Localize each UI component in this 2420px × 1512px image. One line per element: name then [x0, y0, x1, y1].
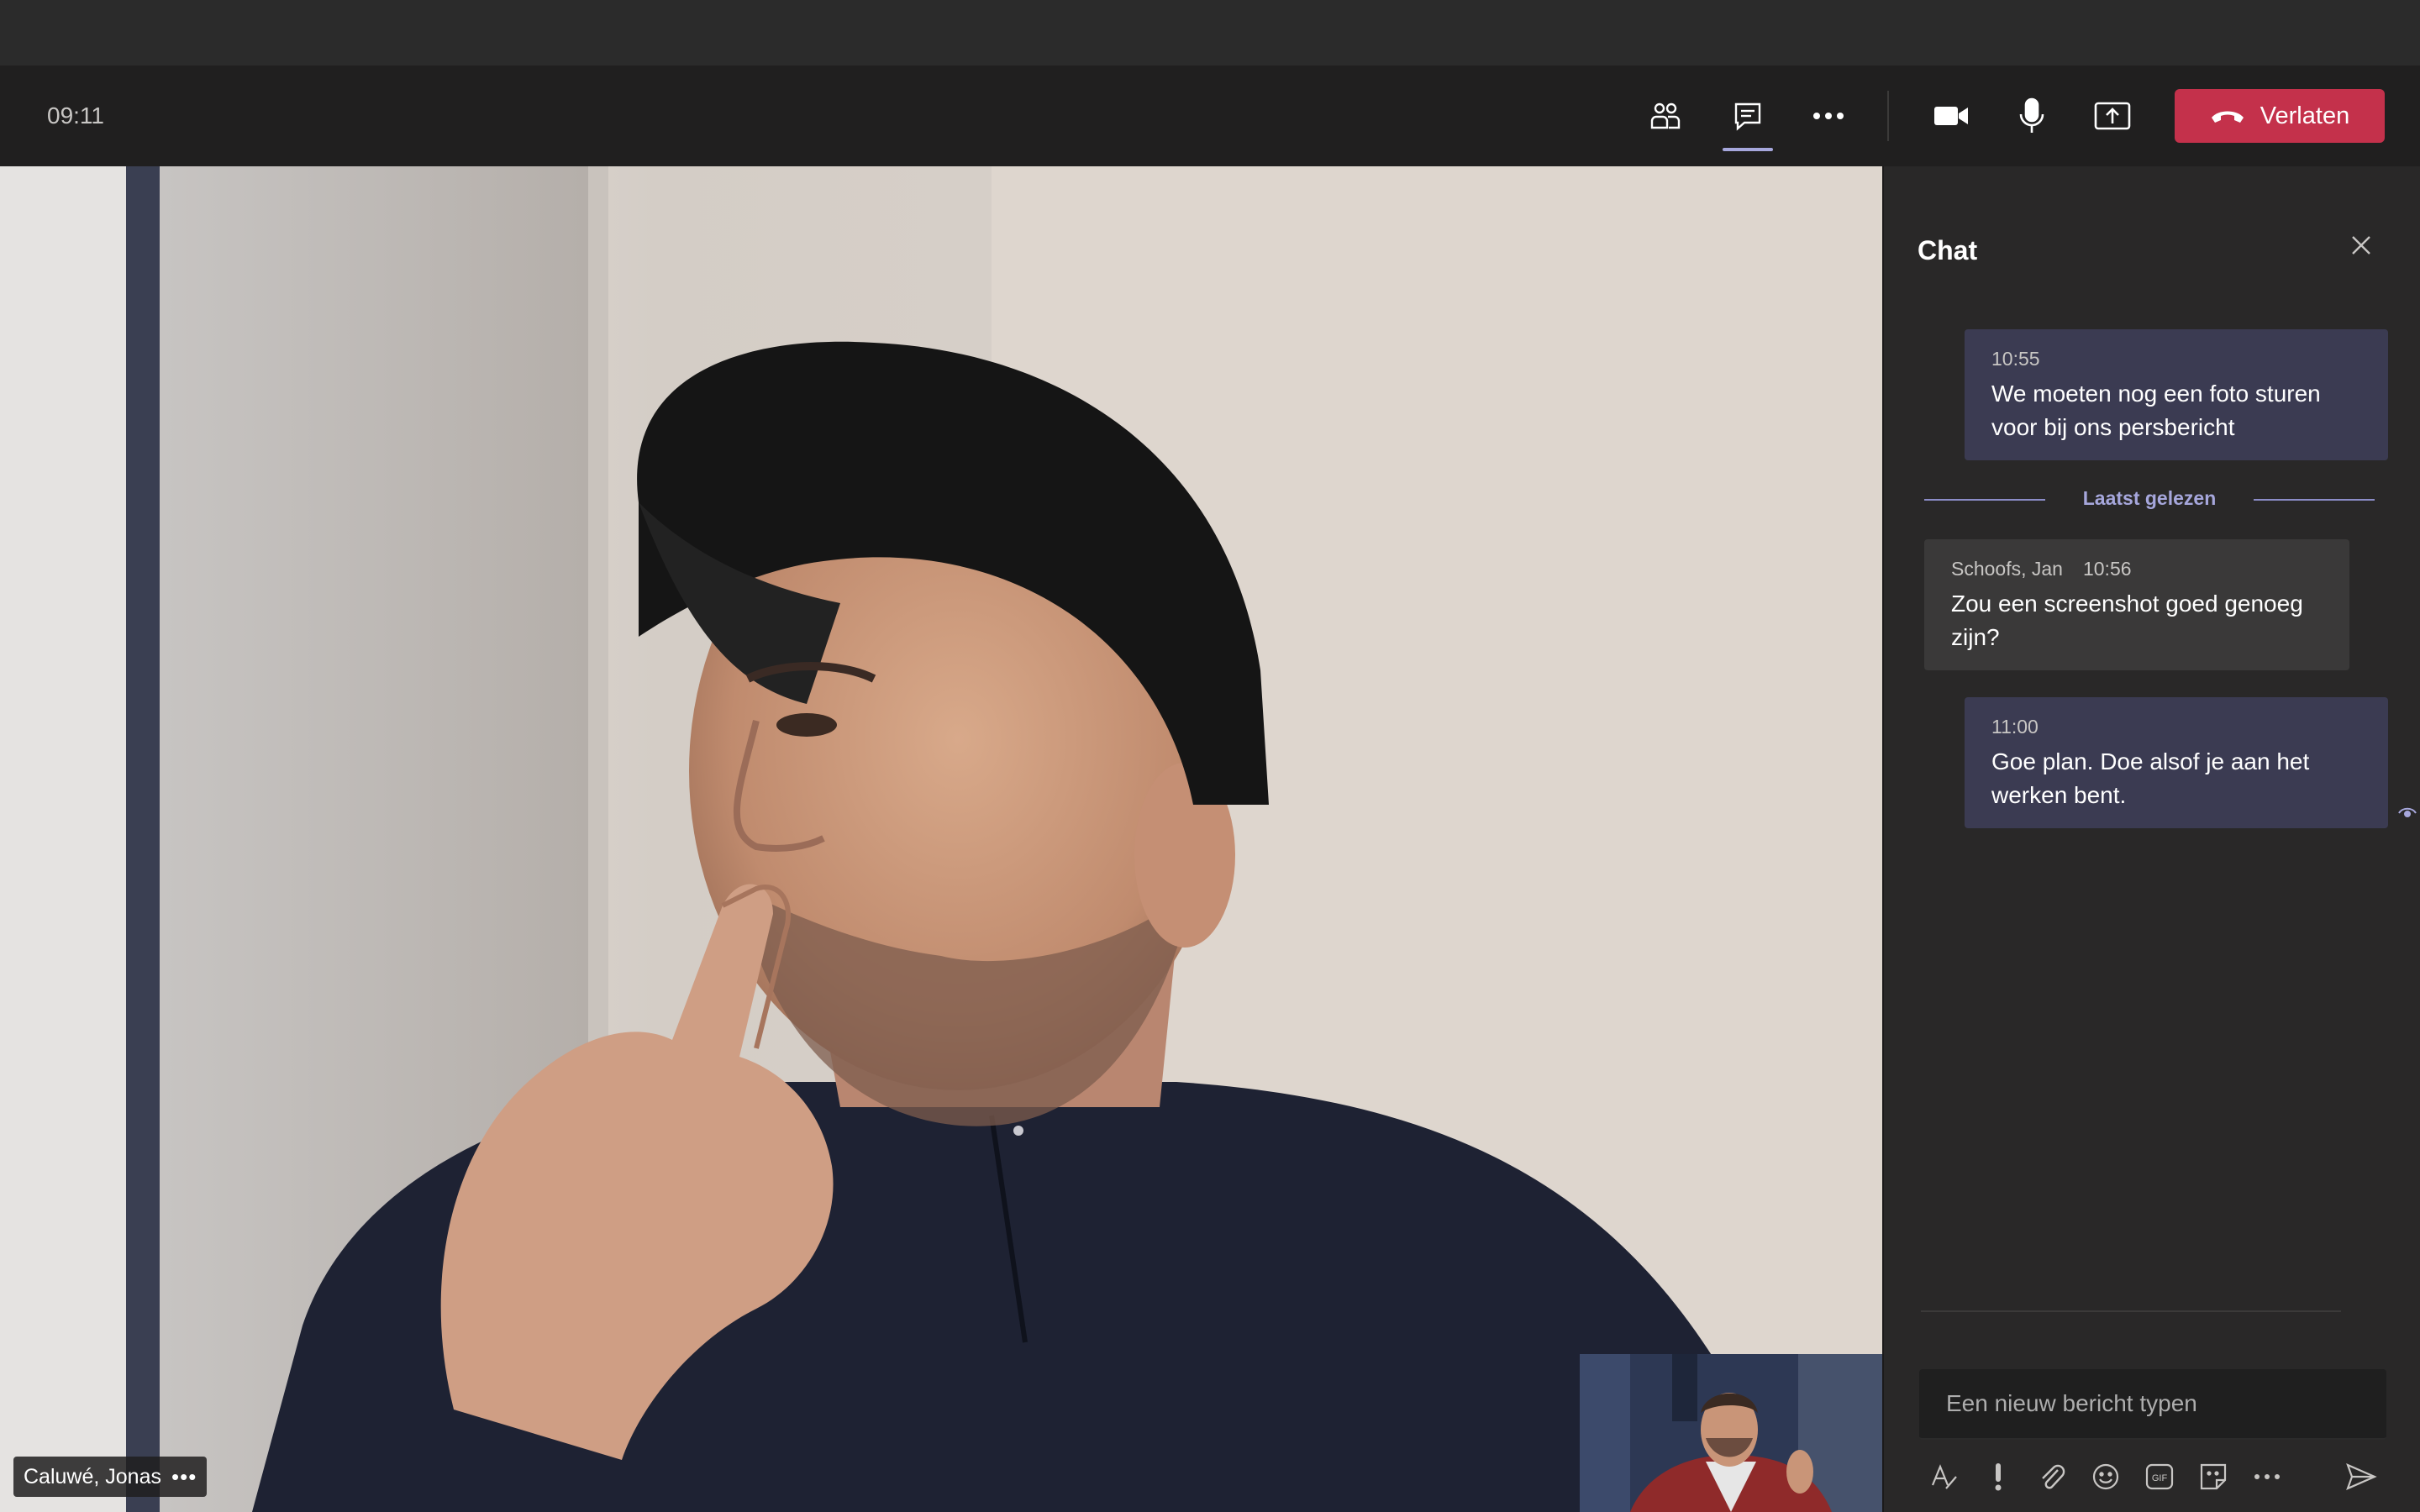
leave-meeting-button[interactable]: Verlaten: [2175, 89, 2385, 143]
meeting-timer: 09:11: [47, 102, 104, 129]
message-input[interactable]: Een nieuw bericht typen: [1919, 1369, 2386, 1440]
participant-video-image: [0, 166, 1882, 1512]
message-text: We moeten nog een foto sturen voor bij o…: [1991, 381, 2321, 440]
close-icon: [2352, 236, 2370, 255]
important-icon: [1995, 1463, 2002, 1491]
gif-icon: GIF: [2145, 1463, 2174, 1490]
send-icon: [2346, 1462, 2377, 1491]
close-chat-button[interactable]: [2341, 225, 2381, 265]
meeting-toolbar: 09:11 Verlaten: [0, 66, 2420, 166]
message-time: 11:00: [1991, 716, 2039, 738]
message-text: Goe plan. Doe alsof je aan het werken be…: [1991, 748, 2310, 808]
chat-title: Chat: [1918, 235, 1978, 265]
window-title-bar: [0, 0, 2420, 66]
more-options-icon: [2254, 1474, 2280, 1479]
chat-panel: Chat 10:55 We moeten nog een foto sturen…: [1882, 166, 2420, 1512]
chat-message[interactable]: 10:55 We moeten nog een foto sturen voor…: [1965, 329, 2388, 460]
chat-toggle-button[interactable]: [1721, 89, 1775, 151]
message-meta: Schoofs, Jan 10:56: [1951, 558, 2323, 580]
chat-message[interactable]: 11:00 Goe plan. Doe alsof je aan het wer…: [1965, 697, 2388, 828]
attach-button[interactable]: [2035, 1460, 2069, 1494]
attach-icon: [2042, 1464, 2065, 1489]
composer-divider: [1921, 1310, 2341, 1312]
sticker-button[interactable]: [2196, 1460, 2230, 1494]
message-input-placeholder: Een nieuw bericht typen: [1946, 1390, 2197, 1416]
leave-label: Verlaten: [2260, 102, 2350, 129]
chat-message[interactable]: Schoofs, Jan 10:56 Zou een screenshot go…: [1924, 539, 2349, 670]
message-time: 10:55: [1991, 348, 2040, 370]
participants-button[interactable]: [1639, 89, 1692, 143]
divider-line: [2254, 499, 2375, 501]
more-options-button[interactable]: [2250, 1460, 2284, 1494]
camera-icon: [1934, 107, 1968, 125]
chat-icon: [1734, 102, 1761, 131]
participant-name-tag[interactable]: Caluwé, Jonas •••: [13, 1457, 208, 1497]
share-screen-icon: [2094, 102, 2131, 130]
self-view-image: [1580, 1354, 1882, 1512]
participant-name: Caluwé, Jonas: [24, 1464, 161, 1488]
gif-button[interactable]: GIF: [2143, 1460, 2176, 1494]
message-author: Schoofs, Jan: [1951, 558, 2063, 580]
people-icon: [1650, 102, 1681, 129]
svg-text:GIF: GIF: [2152, 1473, 2168, 1483]
emoji-button[interactable]: [2089, 1460, 2123, 1494]
self-view-video[interactable]: [1580, 1354, 1882, 1512]
teams-meeting-window: 09:11 Verlaten Caluwé, Jonas ••• Chat 10…: [0, 0, 2420, 1512]
message-time: 10:56: [2082, 558, 2132, 580]
emoji-icon: [2092, 1463, 2119, 1490]
important-button[interactable]: [1981, 1460, 2015, 1494]
participant-video: [0, 166, 1882, 1512]
format-button[interactable]: [1928, 1460, 1961, 1494]
microphone-icon: [2019, 97, 2044, 133]
participant-more-icon[interactable]: •••: [171, 1464, 197, 1490]
more-actions-icon: [1813, 113, 1844, 119]
toolbar-separator: [1887, 91, 1889, 141]
more-actions-button[interactable]: [1802, 89, 1855, 143]
last-read-divider: Laatst gelezen: [1924, 487, 2375, 512]
message-meta: 10:55: [1991, 348, 2361, 370]
share-screen-button[interactable]: [2086, 89, 2139, 143]
sticker-icon: [2200, 1463, 2227, 1490]
hang-up-icon: [2211, 111, 2244, 123]
format-icon: [1931, 1464, 1957, 1489]
camera-toggle-button[interactable]: [1924, 89, 1978, 143]
compose-toolbar: GIF: [1928, 1452, 2388, 1502]
message-meta: 11:00: [1991, 716, 2361, 738]
send-button[interactable]: [2344, 1460, 2378, 1494]
microphone-toggle-button[interactable]: [2005, 89, 2059, 143]
seen-eye-icon: [2398, 807, 2417, 817]
message-text: Zou een screenshot goed genoeg zijn?: [1951, 591, 2303, 650]
